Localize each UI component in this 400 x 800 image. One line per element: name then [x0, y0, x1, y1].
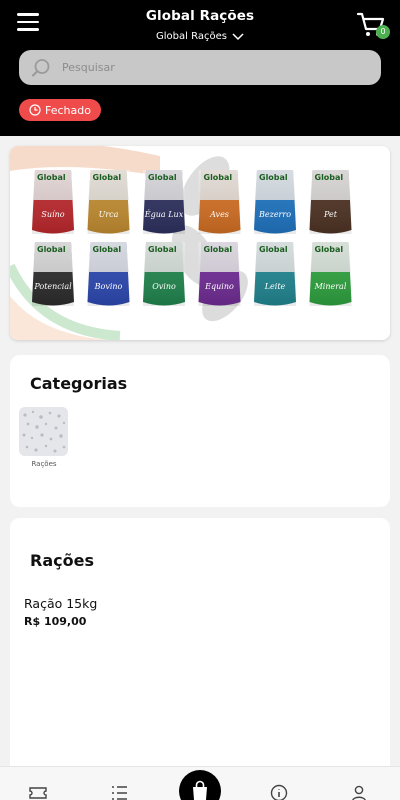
product-price: R$ 109,00: [24, 615, 87, 628]
status-label: Fechado: [45, 103, 91, 117]
feed-bag: Global Equino: [198, 242, 241, 306]
bag-name-label: Potencial: [33, 282, 72, 291]
bag-name-label: Mineral: [314, 282, 347, 291]
feed-bag: Global Leite: [254, 242, 296, 306]
bag-brand-label: Global: [259, 173, 288, 182]
feed-bag: Global Urca: [87, 170, 130, 234]
store-title: Global Rações: [145, 8, 255, 24]
chevron-down-icon: [232, 32, 244, 40]
feed-bag: Global Suíno: [32, 170, 74, 234]
bag-name-label: Aves: [209, 210, 229, 219]
menu-icon[interactable]: [17, 13, 39, 33]
bag-name-label: Equino: [204, 282, 234, 291]
bag-brand-label: Global: [148, 245, 177, 254]
bag-name-label: Bezerro: [258, 210, 291, 219]
feed-bag: Global Égua Lux: [143, 170, 185, 234]
nav-profile[interactable]: [350, 784, 372, 800]
bag-name-label: Suíno: [41, 210, 64, 219]
feed-bag: Global Pet: [309, 170, 352, 234]
search-icon: [32, 58, 50, 76]
products-section-title: Rações: [30, 551, 94, 570]
categories-title: Categorias: [30, 374, 128, 393]
bag-brand-label: Global: [204, 245, 233, 254]
feed-bag: Global Ovino: [143, 242, 185, 306]
nav-tickets[interactable]: [29, 784, 51, 800]
feed-bag: Global Bovino: [87, 242, 130, 306]
category-thumbnail: [19, 407, 68, 456]
bag-brand-label: Global: [315, 245, 344, 254]
list-icon: [112, 786, 127, 800]
cart-count-badge: 0: [376, 25, 390, 39]
status-badge: Fechado: [19, 99, 101, 121]
categories-card: Categorias Rações: [10, 355, 390, 507]
product-name: Ração 15kg: [24, 596, 98, 611]
bag-icon: [193, 780, 207, 800]
bag-brand-label: Global: [37, 245, 66, 254]
bag-brand-label: Global: [37, 173, 66, 182]
feed-bag: Global Mineral: [309, 242, 352, 306]
bag-brand-label: Global: [259, 245, 288, 254]
feed-bag: Global Bezerro: [254, 170, 296, 234]
store-selector[interactable]: Global Rações: [156, 31, 244, 42]
nav-info[interactable]: [270, 784, 292, 800]
bag-name-label: Urca: [99, 210, 119, 219]
ticket-icon: [29, 787, 47, 799]
category-item[interactable]: Rações: [19, 407, 69, 468]
category-label: Rações: [31, 460, 57, 468]
bag-brand-label: Global: [93, 173, 122, 182]
banner-image: GlobalSuínoGlobalUrcaGlobalÉgua LuxGloba…: [10, 146, 390, 340]
bag-name-label: Ovino: [152, 282, 176, 291]
bag-name-label: Bovino: [94, 282, 123, 291]
app-header: Global Rações Global Rações 0 Fechado: [0, 0, 400, 136]
bag-name-label: Leite: [264, 282, 286, 291]
store-title-block: Global Rações Global Rações: [100, 8, 300, 43]
user-icon: [352, 785, 366, 800]
products-card: Rações Ração 15kg R$ 109,00: [10, 518, 390, 778]
product-item[interactable]: Ração 15kg R$ 109,00: [24, 596, 97, 628]
bag-name-label: Égua Lux: [144, 210, 184, 219]
clock-icon: [29, 104, 41, 116]
nav-list[interactable]: [110, 784, 132, 800]
search-input[interactable]: [62, 61, 342, 74]
search-bar[interactable]: [19, 50, 381, 85]
cart-button[interactable]: 0: [356, 11, 392, 41]
bag-brand-label: Global: [148, 173, 177, 182]
feed-bag: Global Aves: [198, 170, 241, 234]
bag-brand-label: Global: [93, 245, 122, 254]
store-selector-label: Global Rações: [156, 31, 227, 42]
promo-banner[interactable]: Global Suíno Global Urca Global Égua Lux Globa…: [10, 146, 390, 340]
bag-name-label: Pet: [323, 210, 338, 219]
bag-brand-label: Global: [204, 173, 233, 182]
feed-bag: Global Potencial: [32, 242, 74, 306]
info-icon: [270, 784, 288, 800]
bag-brand-label: Global: [315, 173, 344, 182]
